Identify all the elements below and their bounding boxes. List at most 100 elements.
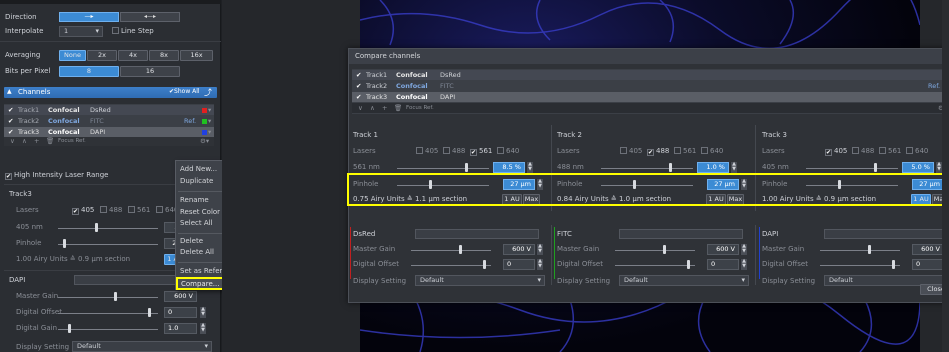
channels-settings-icon[interactable]: ⤴ [204,87,212,98]
detector2-gain-slider[interactable] [615,250,695,251]
laser-checkbox[interactable]: ✔ [470,149,477,156]
laser-power-slider-thumb[interactable] [95,223,98,232]
detector3-offset-slider[interactable] [820,265,900,266]
track2-laser-power-slider[interactable] [601,168,693,169]
track2-one-au-button[interactable]: 1 AU [706,194,726,205]
master-gain-slider-track[interactable] [58,297,158,298]
bits-8-button[interactable]: 8 [59,66,119,77]
laser-checkbox[interactable]: ✔ [825,149,832,156]
menu-reset-color[interactable]: Reset Color [180,208,220,216]
track3-laser-405-option[interactable]: ✔ 405 [825,147,847,156]
detector2-gain-field[interactable]: 600 V [707,244,739,255]
track2-laser-640-option[interactable]: 640 [701,147,723,155]
pinhole-slider-track[interactable] [58,244,158,245]
compare-move-up-icon[interactable]: ∧ [370,103,375,113]
track2-laser-405-option[interactable]: 405 [620,147,642,155]
track2-laser-488-option[interactable]: ✔ 488 [647,147,669,156]
digital-offset-spinner[interactable]: ▲ ▼ [199,307,206,318]
laser-power-slider-track[interactable] [58,228,158,229]
detector3-name-field[interactable] [824,229,948,239]
detector3-offset-thumb[interactable] [892,260,895,269]
track3-laser-561-option[interactable]: 561 [879,147,901,155]
detector1-offset-field[interactable]: 0 [503,259,535,270]
track1-laser-power-thumb[interactable] [465,163,468,172]
track1-pinhole-thumb[interactable] [429,180,432,189]
compare-row-track3[interactable]: ✔ Track3 Confocal DAPI [352,92,949,102]
menu-rename[interactable]: Rename [180,196,209,204]
channels-collapse-icon[interactable]: ▲ [7,88,12,95]
digital-offset-field[interactable]: 0 [164,307,197,318]
move-up-icon[interactable]: ∧ [22,137,27,146]
detector3-gain-field[interactable]: 600 V [912,244,944,255]
bits-16-button[interactable]: 16 [120,66,180,77]
detector2-display-select[interactable]: Default [619,275,749,286]
track1-laser-640-option[interactable]: 640 [497,147,519,155]
track2-checkbox[interactable]: ✔ [8,116,13,126]
channel-row-track2[interactable]: ✔ Track2 Confocal FITC Ref. ▾ [4,116,214,126]
pinhole-slider-thumb[interactable] [63,239,66,248]
delete-icon[interactable]: 🗑 [46,137,54,146]
track2-pinhole-thumb[interactable] [633,180,636,189]
channel-row-track3[interactable]: ✔ Track3 Confocal DAPI ▾ [4,127,214,137]
averaging-none-button[interactable]: None [59,50,86,61]
laser-488-checkbox[interactable] [100,206,107,213]
laser-checkbox[interactable]: ✔ [647,149,654,156]
laser-checkbox[interactable] [674,147,681,154]
track3-color-swatch[interactable] [202,130,207,135]
track1-pinhole-spinner[interactable]: ▲ ▼ [536,179,543,190]
track2-laser-561-option[interactable]: 561 [674,147,696,155]
averaging-8x-button[interactable]: 8x [149,50,179,61]
track1-menu-icon[interactable]: ▾ [208,105,211,115]
laser-488-option[interactable]: 488 [100,206,122,214]
laser-640-checkbox[interactable] [156,206,163,213]
track1-laser-405-option[interactable]: 405 [416,147,438,155]
track3-laser-640-option[interactable]: 640 [906,147,928,155]
add-icon[interactable]: + [34,137,39,146]
compare-move-down-icon[interactable]: ∨ [358,103,363,113]
laser-checkbox[interactable] [497,147,504,154]
track1-laser-power-slider[interactable] [397,168,489,169]
track3-pinhole-field[interactable]: 27 µm [912,179,944,190]
track3-laser-power-field[interactable]: 5.0 % [902,162,934,173]
digital-gain-slider-thumb[interactable] [68,324,71,333]
track3-laser-power-slider[interactable] [806,168,898,169]
direction-bidirectional-button[interactable]: ◂—▸ [120,12,180,22]
detector1-offset-thumb[interactable] [483,260,486,269]
track2-laser-power-thumb[interactable] [669,163,672,172]
averaging-16x-button[interactable]: 16x [180,50,213,61]
track3-pinhole-slider[interactable] [806,185,898,186]
detector1-offset-slider[interactable] [411,265,491,266]
move-down-icon[interactable]: ∨ [10,137,15,146]
channel-options-icon[interactable]: ⚙▾ [200,137,209,146]
detector1-offset-spinner[interactable]: ▲ ▼ [536,259,543,270]
detector2-name-field[interactable] [619,229,743,239]
menu-delete[interactable]: Delete [180,237,203,245]
track1-laser-561-option[interactable]: ✔ 561 [470,147,492,156]
interpolate-select[interactable]: 1 [59,26,103,37]
track1-color-swatch[interactable] [202,108,207,113]
menu-compare[interactable]: Compare... [181,280,219,288]
track3-checkbox[interactable]: ✔ [8,127,13,137]
track2-laser-power-spinner[interactable]: ▲ ▼ [730,162,737,173]
track2-pinhole-slider[interactable] [601,185,693,186]
track2-menu-icon[interactable]: ▾ [208,116,211,126]
detector1-gain-slider[interactable] [411,250,491,251]
averaging-4x-button[interactable]: 4x [118,50,148,61]
show-all-toggle[interactable]: ✔Show All [169,88,200,95]
detector1-gain-thumb[interactable] [459,245,462,254]
digital-offset-slider-track[interactable] [58,313,158,314]
detector2-offset-spinner[interactable]: ▲ ▼ [740,259,747,270]
detector1-gain-spinner[interactable]: ▲ ▼ [536,244,543,255]
laser-checkbox[interactable] [906,147,913,154]
detector1-display-select[interactable]: Default [415,275,545,286]
track2-color-swatch[interactable] [202,119,207,124]
track2-max-button[interactable]: Max [727,194,744,205]
detector2-gain-spinner[interactable]: ▲ ▼ [740,244,747,255]
track1-laser-power-field[interactable]: 8.5 % [493,162,525,173]
track3-laser-488-option[interactable]: 488 [852,147,874,155]
detector1-name-field[interactable] [415,229,539,239]
focus-ref-label[interactable]: Focus Ref. [58,137,86,146]
master-gain-field[interactable]: 600 V [164,291,197,302]
detector2-offset-thumb[interactable] [687,260,690,269]
track1-one-au-button[interactable]: 1 AU [502,194,522,205]
